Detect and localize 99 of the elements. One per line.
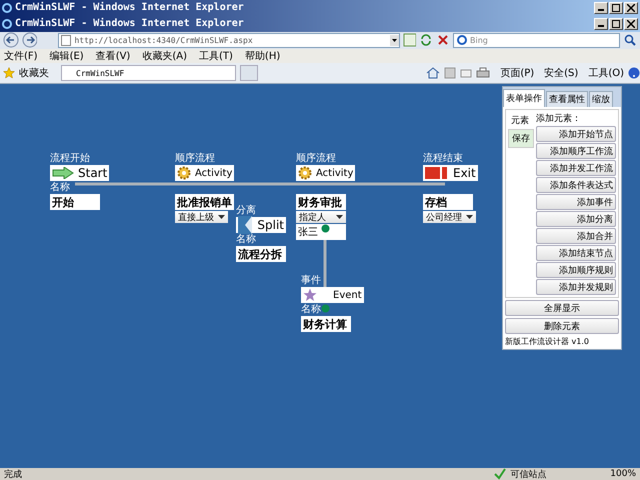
menu-item[interactable]: 工具(T): [199, 49, 233, 64]
menu-item[interactable]: 查看(V): [96, 49, 130, 64]
caret-icon: [466, 214, 473, 220]
connection-point[interactable]: [321, 224, 330, 233]
node-label: Exit: [453, 166, 476, 180]
node-card[interactable]: Exit: [423, 165, 478, 181]
section-heading: 添加元素：: [536, 112, 582, 125]
home-icon[interactable]: [426, 67, 440, 80]
command-menu[interactable]: 工具(O): [588, 66, 624, 80]
panel-tab[interactable]: 表单操作: [503, 89, 545, 107]
node-label: Activity: [316, 168, 354, 178]
status-text: 完成: [4, 468, 22, 480]
search-field[interactable]: Bing: [453, 32, 620, 48]
name-field[interactable]: 流程分拆: [236, 246, 286, 262]
browser-icon: [2, 18, 12, 29]
node-title: 分离: [236, 205, 256, 217]
minimize-button[interactable]: [594, 2, 608, 14]
caret-icon: [218, 214, 225, 220]
name-field[interactable]: 财务审批: [296, 194, 346, 210]
browser-tab[interactable]: CrmWinSLWF: [61, 65, 236, 82]
panel-button[interactable]: 删除元素: [505, 318, 619, 334]
add-element-button[interactable]: 添加事件: [536, 194, 616, 210]
name-label: 名称: [301, 304, 321, 315]
name-field[interactable]: 财务计算: [301, 316, 351, 332]
version-label: 新版工作流设计器 v1.0: [505, 336, 590, 347]
node-title: 事件: [301, 275, 321, 287]
window-title: CrmWinSLWF - Windows Internet Explorer: [15, 2, 245, 14]
help-icon[interactable]: [628, 67, 640, 80]
gear-icon: [177, 166, 191, 180]
add-element-button[interactable]: 添加分离: [536, 211, 616, 227]
node-card[interactable]: Split: [236, 217, 286, 233]
menu-item[interactable]: 帮助(H): [244, 49, 280, 64]
gear-icon: [298, 166, 312, 180]
node-card[interactable]: Start: [50, 165, 110, 181]
star-icon: [303, 288, 317, 302]
add-element-button[interactable]: 添加并发规则: [536, 279, 616, 295]
maximize-button[interactable]: [609, 18, 623, 30]
add-element-button[interactable]: 添加顺序规则: [536, 262, 616, 278]
menu-item[interactable]: 编辑(E): [50, 49, 84, 64]
panel-tab[interactable]: 缩放: [589, 91, 613, 107]
address-field[interactable]: http://localhost:4340/CrmWinSLWF.aspx: [58, 32, 400, 48]
maximize-button[interactable]: [609, 2, 623, 14]
node-card[interactable]: Activity: [296, 165, 356, 181]
panel-button[interactable]: 全屏显示: [505, 300, 619, 316]
add-element-button[interactable]: 添加顺序工作流: [536, 143, 616, 159]
search-icon[interactable]: [623, 33, 637, 48]
add-element-button[interactable]: 添加结束节点: [536, 245, 616, 261]
node-label: Split: [256, 218, 284, 232]
split-icon: [238, 216, 252, 234]
role-dropdown[interactable]: 指定人: [296, 211, 346, 223]
node-card[interactable]: Activity: [175, 165, 234, 181]
side-tab[interactable]: 元素: [508, 112, 534, 129]
minimize-icon: [598, 24, 604, 27]
role-dropdown[interactable]: 直接上级: [175, 211, 228, 223]
node-label: Event: [332, 290, 362, 300]
node-card[interactable]: Event: [301, 287, 364, 303]
menu-item[interactable]: 文件(F): [4, 49, 38, 64]
name-label: 名称: [50, 182, 70, 193]
node-title: 流程结束: [423, 153, 463, 165]
zoom-control[interactable]: 100%: [610, 469, 636, 479]
close-button[interactable]: [624, 2, 638, 14]
window-title: CrmWinSLWF - Windows Internet Explorer: [15, 18, 245, 30]
exit-icon: [425, 167, 449, 179]
name-field[interactable]: 批准报销单: [175, 194, 234, 210]
side-tab[interactable]: 保存: [508, 129, 534, 148]
star-icon: [3, 67, 15, 80]
add-element-button[interactable]: 添加条件表达式: [536, 177, 616, 193]
security-zone: 可信站点: [510, 468, 546, 480]
command-menu[interactable]: 页面(P): [500, 66, 534, 80]
name-label: 名称: [236, 234, 256, 245]
search-engine-icon: [457, 35, 467, 46]
add-element-button[interactable]: 添加并发工作流: [536, 160, 616, 176]
assignee-field[interactable]: 张三: [296, 224, 346, 240]
add-element-button[interactable]: 添加开始节点: [536, 126, 616, 142]
refresh-icon[interactable]: [419, 33, 434, 48]
printer-icon[interactable]: [476, 67, 490, 80]
close-button[interactable]: [624, 18, 638, 30]
browser-icon: [2, 2, 12, 13]
panel-tab[interactable]: 查看属性: [546, 91, 588, 107]
menu-item[interactable]: 收藏夹(A): [142, 49, 187, 64]
stop-icon[interactable]: [436, 33, 450, 48]
name-field[interactable]: 开始: [50, 194, 100, 210]
back-button[interactable]: [3, 32, 19, 48]
forward-button[interactable]: [22, 32, 38, 48]
arrow-icon: [52, 167, 74, 179]
node-label: Activity: [195, 168, 232, 178]
add-element-button[interactable]: 添加合并: [536, 228, 616, 244]
check-icon: [494, 468, 506, 480]
minimize-button[interactable]: [594, 18, 608, 30]
role-dropdown[interactable]: 公司经理: [423, 211, 476, 223]
node-title: 流程开始: [50, 153, 90, 165]
command-menu[interactable]: 安全(S): [544, 66, 578, 80]
caret-icon: [336, 214, 343, 220]
node-label: Start: [78, 166, 108, 180]
name-field[interactable]: 存档: [423, 194, 473, 210]
minimize-icon: [598, 8, 604, 11]
node-title: 顺序流程: [175, 153, 215, 165]
favorites-button[interactable]: 收藏夹: [19, 66, 49, 80]
node-title: 顺序流程: [296, 153, 336, 165]
